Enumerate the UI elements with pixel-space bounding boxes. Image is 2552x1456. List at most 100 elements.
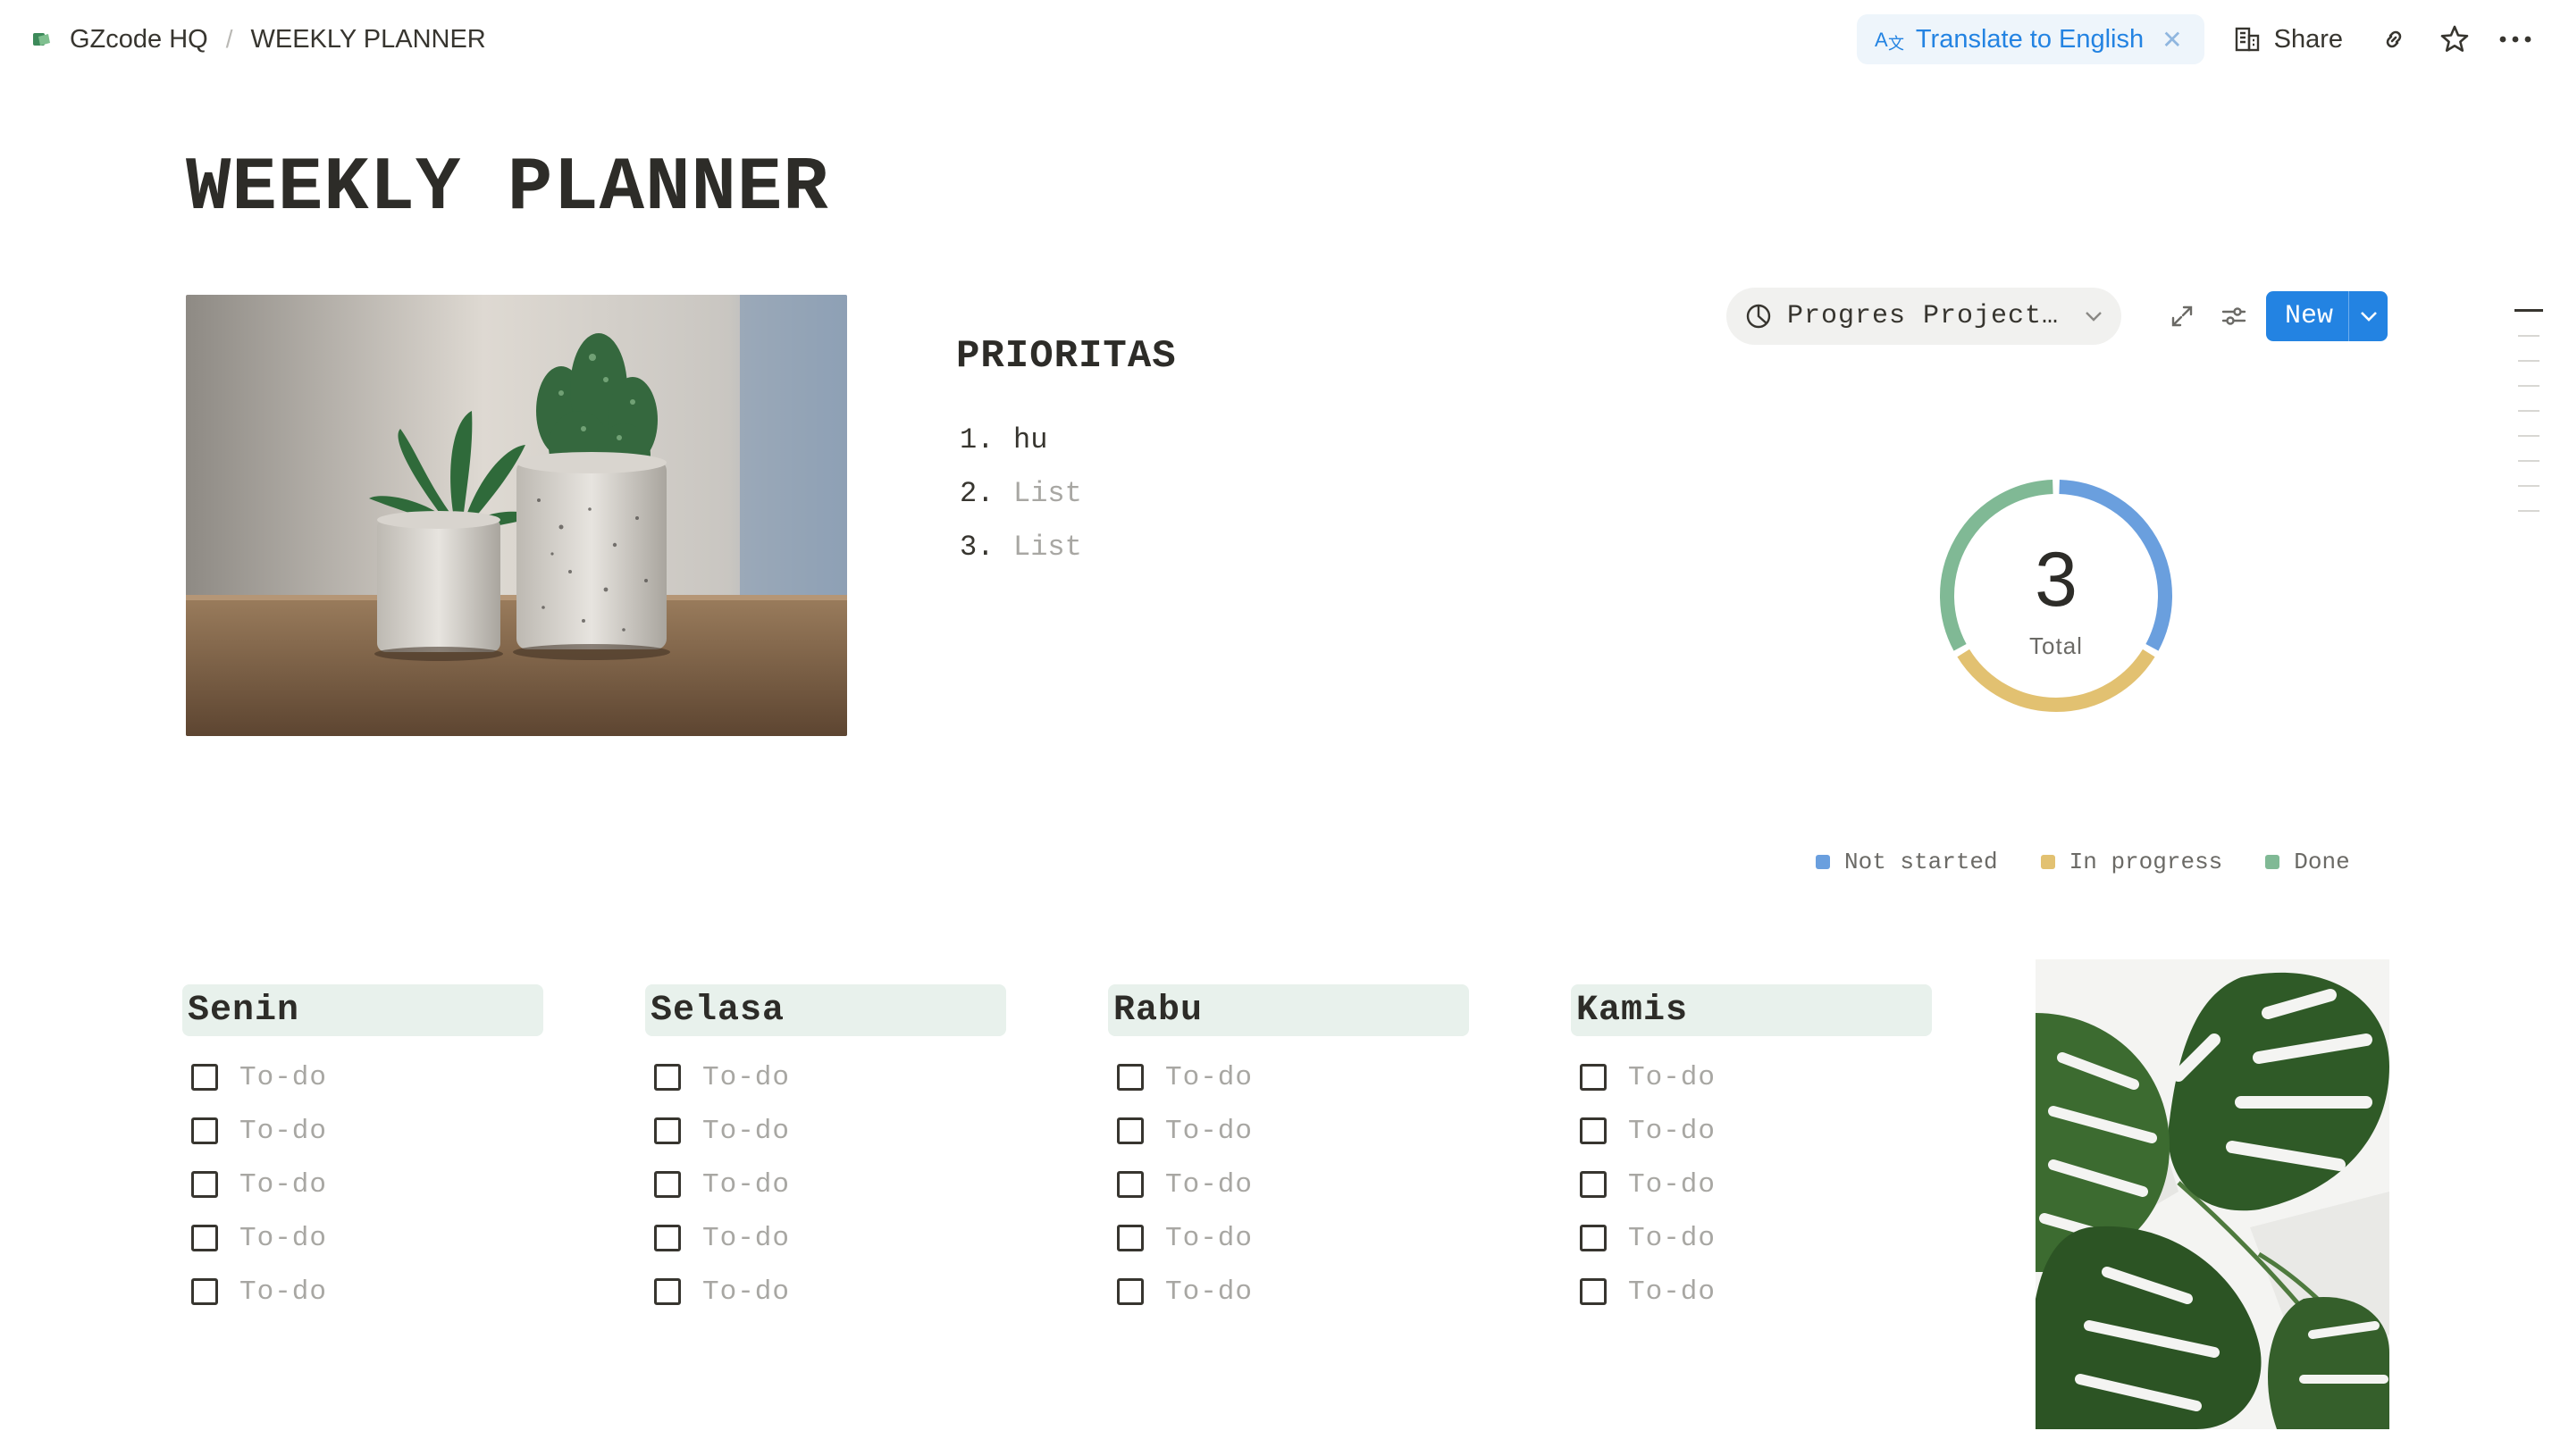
todo-placeholder[interactable]: To-do <box>1628 1276 1716 1308</box>
outline-line[interactable] <box>2518 435 2539 437</box>
checkbox[interactable] <box>1117 1225 1144 1251</box>
outline-line[interactable] <box>2518 485 2539 487</box>
todo-item[interactable]: To-do <box>645 1265 1006 1318</box>
outline-line[interactable] <box>2518 510 2539 512</box>
outline-line[interactable] <box>2518 385 2539 387</box>
breadcrumb-page[interactable]: WEEKLY PLANNER <box>246 21 491 58</box>
todo-item[interactable]: To-do <box>1108 1265 1469 1318</box>
todo-item[interactable]: To-do <box>1108 1158 1469 1211</box>
checkbox[interactable] <box>654 1225 681 1251</box>
list-placeholder[interactable]: List <box>1013 531 1082 564</box>
todo-item[interactable]: To-do <box>1571 1158 1932 1211</box>
todo-item[interactable]: To-do <box>645 1104 1006 1158</box>
cactus-image[interactable] <box>186 295 847 736</box>
todo-placeholder[interactable]: To-do <box>702 1276 790 1308</box>
outline-line[interactable] <box>2518 335 2539 337</box>
donut-slice-in-progress[interactable] <box>1957 649 2155 712</box>
day-heading[interactable]: Selasa <box>645 984 1006 1036</box>
new-dropdown-button[interactable] <box>2348 291 2388 341</box>
outline-line[interactable] <box>2518 460 2539 462</box>
todo-item[interactable]: To-do <box>182 1104 543 1158</box>
breadcrumb-workspace[interactable]: GZcode HQ <box>64 21 214 58</box>
todo-placeholder[interactable]: To-do <box>702 1169 790 1201</box>
todo-item[interactable]: To-do <box>1108 1104 1469 1158</box>
day-heading[interactable]: Senin <box>182 984 543 1036</box>
todo-placeholder[interactable]: To-do <box>1628 1116 1716 1147</box>
todo-placeholder[interactable]: To-do <box>239 1276 327 1308</box>
todo-placeholder[interactable]: To-do <box>1165 1169 1253 1201</box>
todo-item[interactable]: To-do <box>645 1158 1006 1211</box>
workspace-icon[interactable] <box>32 29 52 49</box>
checkbox[interactable] <box>654 1064 681 1091</box>
page-title[interactable]: WEEKLY PLANNER <box>186 146 829 231</box>
todo-placeholder[interactable]: To-do <box>1165 1223 1253 1254</box>
list-placeholder[interactable]: List <box>1013 477 1082 510</box>
outline-line[interactable] <box>2514 309 2543 312</box>
legend-item[interactable]: Not started <box>1816 849 1998 875</box>
checkbox[interactable] <box>654 1171 681 1198</box>
translate-button[interactable]: A 文 Translate to English ✕ <box>1856 14 2204 64</box>
checkbox[interactable] <box>1117 1171 1144 1198</box>
todo-placeholder[interactable]: To-do <box>239 1223 327 1254</box>
monstera-image[interactable] <box>2036 959 2389 1429</box>
todo-item[interactable]: To-do <box>182 1158 543 1211</box>
new-button[interactable]: New <box>2266 291 2388 341</box>
checkbox[interactable] <box>1580 1171 1607 1198</box>
close-icon[interactable]: ✕ <box>2162 25 2182 54</box>
todo-placeholder[interactable]: To-do <box>239 1169 327 1201</box>
checkbox[interactable] <box>191 1225 218 1251</box>
list-item[interactable]: 3. List <box>960 520 1082 573</box>
todo-placeholder[interactable]: To-do <box>702 1223 790 1254</box>
checkbox[interactable] <box>191 1117 218 1144</box>
todo-item[interactable]: To-do <box>1108 1211 1469 1265</box>
checkbox[interactable] <box>654 1117 681 1144</box>
todo-item[interactable]: To-do <box>1571 1265 1932 1318</box>
todo-placeholder[interactable]: To-do <box>1165 1116 1253 1147</box>
checkbox[interactable] <box>1117 1278 1144 1305</box>
legend-item[interactable]: Done <box>2265 849 2350 875</box>
share-button[interactable]: Share <box>2220 14 2355 64</box>
todo-placeholder[interactable]: To-do <box>1165 1276 1253 1308</box>
chart-view-selector[interactable]: Progres Project… <box>1726 288 2121 345</box>
checkbox[interactable] <box>1580 1117 1607 1144</box>
outline-line[interactable] <box>2518 360 2539 362</box>
todo-item[interactable]: To-do <box>645 1211 1006 1265</box>
outline-line[interactable] <box>2518 410 2539 412</box>
day-heading[interactable]: Kamis <box>1571 984 1932 1036</box>
todo-item[interactable]: To-do <box>645 1050 1006 1104</box>
checkbox[interactable] <box>191 1064 218 1091</box>
day-heading[interactable]: Rabu <box>1108 984 1469 1036</box>
todo-placeholder[interactable]: To-do <box>239 1116 327 1147</box>
copy-link-button[interactable] <box>2372 14 2416 64</box>
todo-item[interactable]: To-do <box>1571 1104 1932 1158</box>
todo-placeholder[interactable]: To-do <box>1628 1169 1716 1201</box>
list-item[interactable]: 2. List <box>960 466 1082 520</box>
todo-placeholder[interactable]: To-do <box>1165 1062 1253 1093</box>
checkbox[interactable] <box>191 1278 218 1305</box>
todo-placeholder[interactable]: To-do <box>702 1116 790 1147</box>
prioritas-heading[interactable]: PRIORITAS <box>956 334 1177 379</box>
todo-item[interactable]: To-do <box>182 1265 543 1318</box>
todo-placeholder[interactable]: To-do <box>702 1062 790 1093</box>
checkbox[interactable] <box>1117 1117 1144 1144</box>
settings-button[interactable] <box>2214 291 2254 341</box>
legend-item[interactable]: In progress <box>2040 849 2222 875</box>
checkbox[interactable] <box>1117 1064 1144 1091</box>
list-item[interactable]: 1. hu <box>960 413 1082 466</box>
todo-item[interactable]: To-do <box>182 1211 543 1265</box>
todo-placeholder[interactable]: To-do <box>1628 1223 1716 1254</box>
checkbox[interactable] <box>1580 1064 1607 1091</box>
todo-item[interactable]: To-do <box>1571 1211 1932 1265</box>
todo-item[interactable]: To-do <box>1108 1050 1469 1104</box>
list-text[interactable]: hu <box>1013 423 1047 456</box>
todo-item[interactable]: To-do <box>182 1050 543 1104</box>
todo-item[interactable]: To-do <box>1571 1050 1932 1104</box>
todo-placeholder[interactable]: To-do <box>1628 1062 1716 1093</box>
page-outline[interactable] <box>2514 309 2543 535</box>
checkbox[interactable] <box>1580 1225 1607 1251</box>
favorite-button[interactable] <box>2432 14 2477 64</box>
checkbox[interactable] <box>191 1171 218 1198</box>
todo-placeholder[interactable]: To-do <box>239 1062 327 1093</box>
checkbox[interactable] <box>1580 1278 1607 1305</box>
expand-button[interactable] <box>2162 291 2202 341</box>
